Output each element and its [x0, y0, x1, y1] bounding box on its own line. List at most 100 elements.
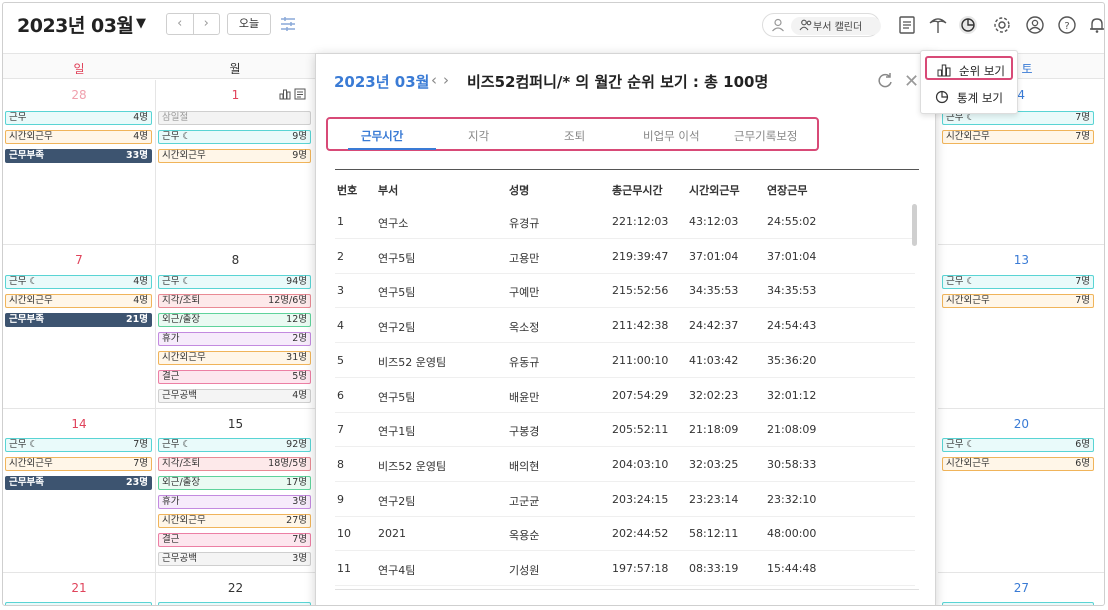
- tab-non-work-away[interactable]: 비업무 이석: [643, 128, 700, 144]
- chip-overtime[interactable]: 시간외근무 7명: [5, 457, 152, 471]
- chip-shortage[interactable]: 근무부족 33명: [5, 149, 152, 163]
- col-dept[interactable]: 부서: [378, 182, 398, 198]
- chip-work[interactable]: 근무 ☾ 4명: [5, 275, 152, 289]
- chip-work[interactable]: 근무 4명: [5, 111, 152, 125]
- chip-shortage[interactable]: 근무부족 23명: [5, 476, 152, 490]
- chip-overtime[interactable]: 시간외근무 4명: [5, 294, 152, 308]
- chip-overtime[interactable]: 시간외근무 9명: [158, 149, 311, 163]
- chip-shortage[interactable]: 근무부족 21명: [5, 313, 152, 327]
- day-cell[interactable]: 20 근무 ☾ 6명 시간외근무 6명: [938, 409, 1104, 573]
- prev-month-button[interactable]: ‹: [167, 14, 194, 34]
- table-row[interactable]: 11 연구4팀 기성원 197:57:18 08:33:19 15:44:48: [335, 552, 915, 586]
- chart-pie-icon[interactable]: [958, 15, 978, 35]
- table-row[interactable]: 1 연구소 유경규 221:12:03 43:12:03 24:55:02: [335, 205, 915, 239]
- chip-work[interactable]: 근무 ☾ 92명: [158, 438, 311, 452]
- day-number: 28: [71, 88, 87, 102]
- document-list-icon[interactable]: [897, 15, 917, 35]
- table-scrollbar[interactable]: [912, 204, 917, 246]
- chip-overtime[interactable]: 시간외근무 27명: [158, 514, 311, 528]
- chip-work-gap[interactable]: 근무공백 3명: [158, 552, 311, 566]
- chip-absence[interactable]: 결근 7명: [158, 533, 311, 547]
- table-row[interactable]: 5 비즈52 운영팀 유동규 211:00:10 41:03:42 35:36:20: [335, 344, 915, 378]
- menu-label-stats: 통계 보기: [957, 91, 1003, 105]
- table-row[interactable]: 9 연구2팀 고군균 203:24:15 23:23:14 23:32:10: [335, 483, 915, 517]
- day-cell[interactable]: 14 근무 ☾ 7명 시간외근무 7명 근무부족 23명: [3, 409, 156, 573]
- table-row[interactable]: 7 연구1팀 구봉경 205:52:11 21:18:09 21:08:09: [335, 413, 915, 448]
- rank-chart-icon[interactable]: [279, 88, 291, 100]
- cell-extended: 21:08:09: [767, 423, 817, 437]
- next-month-button[interactable]: ›: [194, 14, 220, 34]
- menu-item-rank-view[interactable]: 순위 보기: [925, 56, 1013, 80]
- chip-overtime[interactable]: 시간외근무 31명: [158, 351, 311, 365]
- chip-holiday[interactable]: 삼일절: [158, 111, 311, 125]
- chip-work[interactable]: 근무 ☾ 94명: [158, 275, 311, 289]
- day-cell[interactable]: 1 삼일절 근무 ☾ 9명 시간외근무 9명: [156, 80, 316, 245]
- chip-overtime[interactable]: 시간외근무 7명: [942, 130, 1094, 144]
- day-cell[interactable]: 28 근무 4명 시간외근무 4명 근무부족 33명: [3, 80, 156, 245]
- chip-work[interactable]: 근무 ☾ 6명: [942, 438, 1094, 452]
- col-no[interactable]: 번호: [337, 182, 357, 198]
- account-circle-icon[interactable]: [1025, 15, 1045, 35]
- tab-work-time[interactable]: 근무시간: [361, 128, 403, 144]
- document-icon[interactable]: [294, 88, 306, 100]
- tab-late[interactable]: 지각: [468, 128, 489, 144]
- chip-work[interactable]: [5, 602, 152, 605]
- day-cell[interactable]: 15 근무 ☾ 92명 지각/조퇴 18명/5명 외근/출장 17명 휴가 3명 시간외…: [156, 409, 316, 573]
- dept-calendar-toggle[interactable]: 부서 캘린더: [762, 13, 881, 37]
- col-name[interactable]: 성명: [509, 182, 529, 198]
- table-row[interactable]: 2 연구5팀 고용만 219:39:47 37:01:04 37:01:04: [335, 240, 915, 274]
- modal-month[interactable]: 2023년 03월: [334, 71, 429, 92]
- chip-overtime[interactable]: 시간외근무 4명: [5, 130, 152, 144]
- tab-record-correction[interactable]: 근무기록보정: [734, 128, 797, 144]
- chip-overtime[interactable]: 시간외근무 7명: [942, 294, 1094, 308]
- chip-overtime[interactable]: 시간외근무 6명: [942, 457, 1094, 471]
- filter-sliders-icon[interactable]: [279, 15, 297, 33]
- chip-late-early[interactable]: 지각/조퇴 12명/6명: [158, 294, 311, 308]
- bell-icon[interactable]: [1087, 15, 1105, 35]
- table-row[interactable]: 6 연구5팀 배윤만 207:54:29 32:02:23 32:01:12: [335, 379, 915, 413]
- table-row[interactable]: 4 연구2팀 옥소정 211:42:38 24:42:37 24:54:43: [335, 309, 915, 344]
- group-icon: [799, 19, 812, 31]
- help-icon[interactable]: ?: [1057, 15, 1077, 35]
- refresh-icon[interactable]: [876, 72, 894, 90]
- chip-work[interactable]: 근무 ☾ 7명: [5, 438, 152, 452]
- col-total-hours[interactable]: 총근무시간: [612, 182, 663, 198]
- col-extended[interactable]: 연장근무: [767, 182, 807, 198]
- modal-next-button[interactable]: ›: [443, 71, 455, 89]
- chip-work[interactable]: [158, 602, 311, 605]
- day-cell[interactable]: 13 근무 ☾ 7명 시간외근무 7명: [938, 245, 1104, 409]
- chip-outside-trip[interactable]: 외근/출장 17명: [158, 476, 311, 490]
- cell-extended: 24:54:43: [767, 319, 817, 333]
- cell-name: 옥소정: [509, 321, 540, 335]
- palm-tree-icon[interactable]: [928, 15, 948, 35]
- modal-prev-button[interactable]: ‹: [431, 71, 443, 89]
- chip-work-gap[interactable]: 근무공백 4명: [158, 389, 311, 403]
- chip-work[interactable]: 근무 ☾ 9명: [158, 130, 311, 144]
- month-title[interactable]: 2023년 03월: [17, 11, 134, 38]
- table-row[interactable]: 8 비즈52 운영팀 배의현 204:03:10 32:03:25 30:58:33: [335, 448, 915, 482]
- chip-work[interactable]: [942, 602, 1094, 605]
- cell-total-hours: 207:54:29: [612, 388, 669, 402]
- col-overtime[interactable]: 시간외근무: [689, 182, 740, 198]
- day-cell[interactable]: 8 근무 ☾ 94명 지각/조퇴 12명/6명 외근/출장 12명 휴가 2명 시간외근…: [156, 245, 316, 409]
- cell-total-hours: 202:44:52: [612, 527, 669, 541]
- chip-absence[interactable]: 결근 5명: [158, 370, 311, 384]
- table-row[interactable]: 3 연구5팀 구예만 215:52:56 34:35:53 34:35:53: [335, 274, 915, 309]
- chip-vacation[interactable]: 휴가 3명: [158, 495, 311, 509]
- close-icon[interactable]: ✕: [904, 71, 919, 92]
- day-cell[interactable]: 22: [156, 573, 316, 605]
- day-cell[interactable]: 27: [938, 573, 1104, 605]
- chip-vacation[interactable]: 휴가 2명: [158, 332, 311, 346]
- chip-late-early[interactable]: 지각/조퇴 18명/5명: [158, 457, 311, 471]
- day-cell[interactable]: 7 근무 ☾ 4명 시간외근무 4명 근무부족 21명: [3, 245, 156, 409]
- table-row[interactable]: 10 2021 옥용순 202:44:52 58:12:11 48:00:00: [335, 517, 915, 552]
- chip-work[interactable]: 근무 ☾ 7명: [942, 275, 1094, 289]
- today-button[interactable]: 오늘: [227, 13, 271, 35]
- day-cell[interactable]: 21: [3, 573, 156, 605]
- cell-total-hours: 205:52:11: [612, 423, 669, 437]
- gear-icon[interactable]: [992, 15, 1012, 35]
- tab-early-leave[interactable]: 조퇴: [564, 128, 585, 144]
- month-dropdown-caret-icon[interactable]: ▼: [136, 16, 146, 31]
- menu-item-stats-view[interactable]: 통계 보기: [925, 85, 1013, 109]
- chip-outside-trip[interactable]: 외근/출장 12명: [158, 313, 311, 327]
